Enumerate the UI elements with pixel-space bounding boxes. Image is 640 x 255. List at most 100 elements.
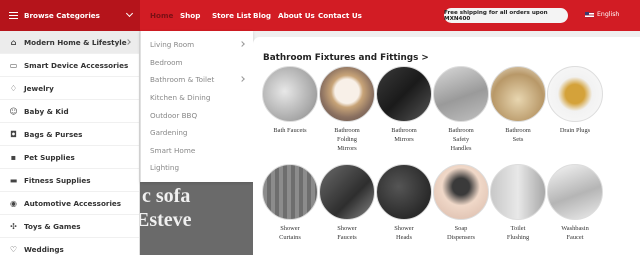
sidebar-item-weddings[interactable]: ♡ Weddings [0, 238, 139, 255]
product-image [433, 164, 489, 220]
product-shower-curtains[interactable]: Shower Curtains [261, 164, 319, 242]
nav-shop[interactable]: Shop [180, 11, 200, 20]
product-washbasin-faucet[interactable]: Washbasin Faucet [546, 164, 604, 242]
product-bath-faucets[interactable]: Bath Faucets [261, 66, 319, 135]
mega-menu-panel: Bathroom Fixtures and Fittings > Bath Fa… [253, 37, 640, 255]
product-label: Bath Faucets [273, 127, 307, 134]
product-label: Toilet Flushing [506, 225, 530, 241]
sidebar-item-label: Automotive Accessories [24, 198, 122, 208]
product-label: Bathroom Folding Mirrors [334, 127, 360, 152]
hero-banner-image: c sofa Esteve [140, 182, 253, 255]
home-icon: ⌂ [10, 37, 17, 47]
submenu-item-label: Kitchen & Dining [150, 93, 211, 102]
submenu-item-label: Gardening [150, 128, 188, 137]
sidebar-item-label: Weddings [24, 244, 64, 254]
jewelry-icon: ♢ [9, 83, 18, 93]
product-image [262, 66, 318, 122]
browse-categories-label: Browse Categories [24, 11, 100, 20]
submenu-item-label: Lighting [150, 163, 180, 172]
sidebar-item-label: Toys & Games [24, 221, 81, 231]
submenu-item-kitchen-dining[interactable]: Kitchen & Dining [150, 93, 210, 102]
submenu-item-label: Outdoor BBQ [150, 111, 198, 120]
product-shower-faucets[interactable]: Shower Faucets [318, 164, 376, 242]
product-label: Shower Faucets [337, 225, 357, 241]
submenu-item-outdoor-bbq[interactable]: Outdoor BBQ [150, 111, 197, 120]
sidebar-item-label: Modern Home & Lifestyle [24, 37, 127, 47]
browse-categories-button[interactable]: Browse Categories [0, 0, 140, 31]
us-flag-icon [585, 11, 594, 18]
product-shower-heads[interactable]: Shower Heads [375, 164, 433, 242]
submenu-item-smart-home[interactable]: Smart Home [150, 146, 195, 155]
baby-icon: ☺ [9, 106, 18, 116]
sidebar-item-fitness[interactable]: ▬ Fitness Supplies [0, 169, 139, 192]
product-label: Soap Dispensers [446, 225, 476, 241]
product-image [547, 66, 603, 122]
product-bathroom-sets[interactable]: Bathroom Sets [489, 66, 547, 144]
nav-blog[interactable]: Blog [253, 11, 271, 20]
product-bathroom-mirrors[interactable]: Bathroom Mirrors [375, 66, 433, 144]
fitness-icon: ▬ [9, 175, 18, 185]
nav-contact-us[interactable]: Contact Us [318, 11, 362, 20]
chevron-right-icon [239, 41, 245, 47]
product-drain-plugs[interactable]: Drain Plugs [546, 66, 604, 135]
submenu-item-gardening[interactable]: Gardening [150, 128, 187, 137]
product-label: Washbasin Faucet [561, 225, 589, 241]
hero-text-line2: Esteve [140, 209, 192, 231]
sidebar-item-bags[interactable]: ◘ Bags & Purses [0, 123, 139, 146]
sidebar-item-label: Bags & Purses [24, 129, 83, 139]
language-selector[interactable]: English [585, 11, 619, 18]
product-image [376, 66, 432, 122]
chevron-right-icon [239, 76, 245, 82]
toy-icon: ✣ [10, 221, 17, 231]
product-toilet-flushing[interactable]: Toilet Flushing [489, 164, 547, 242]
pet-icon: ▪ [10, 152, 17, 162]
category-sidebar: ⌂ Modern Home & Lifestyle ▭ Smart Device A… [0, 31, 140, 255]
product-label: Bathroom Sets [505, 127, 531, 143]
submenu-item-bedroom[interactable]: Bedroom [150, 58, 183, 67]
wedding-icon: ♡ [9, 244, 18, 254]
submenu-item-label: Living Room [150, 40, 195, 49]
product-label: Bathroom Mirrors [391, 127, 417, 143]
product-label: Shower Heads [394, 225, 414, 241]
product-image [490, 164, 546, 220]
sidebar-item-label: Pet Supplies [24, 152, 75, 162]
category-submenu: Living Room Bedroom Bathroom & Toilet Ki… [140, 31, 253, 182]
product-image [262, 164, 318, 220]
product-image [433, 66, 489, 122]
sidebar-item-modern-home[interactable]: ⌂ Modern Home & Lifestyle [0, 31, 139, 54]
chevron-down-icon [125, 9, 134, 18]
sidebar-item-label: Smart Device Accessories [24, 60, 129, 70]
product-label: Bathroom Safety Handles [448, 127, 474, 152]
bag-icon: ◘ [10, 129, 17, 139]
nav-home[interactable]: Home [150, 11, 173, 20]
product-bathroom-folding-mirrors[interactable]: Bathroom Folding Mirrors [318, 66, 376, 153]
product-image [319, 66, 375, 122]
submenu-item-label: Bedroom [150, 58, 183, 67]
menu-icon [9, 12, 18, 19]
submenu-item-living-room[interactable]: Living Room [150, 40, 245, 49]
language-label: English [597, 11, 620, 18]
submenu-item-label: Bathroom & Toilet [150, 75, 215, 84]
panel-title-link[interactable]: Bathroom Fixtures and Fittings > [263, 53, 429, 63]
product-image [547, 164, 603, 220]
nav-store-list[interactable]: Store List [212, 11, 251, 20]
product-soap-dispensers[interactable]: Soap Dispensers [432, 164, 490, 242]
sidebar-item-baby-kid[interactable]: ☺ Baby & Kid [0, 100, 139, 123]
product-label: Shower Curtains [279, 225, 301, 241]
sidebar-item-pet[interactable]: ▪ Pet Supplies [0, 146, 139, 169]
sidebar-item-label: Baby & Kid [24, 106, 69, 116]
sidebar-item-automotive[interactable]: ◉ Automotive Accessories [0, 192, 139, 215]
sidebar-item-smart-device[interactable]: ▭ Smart Device Accessories [0, 54, 139, 77]
car-icon: ◉ [10, 198, 17, 208]
product-image [490, 66, 546, 122]
submenu-item-lighting[interactable]: Lighting [150, 163, 179, 172]
sidebar-item-label: Jewelry [24, 83, 54, 93]
nav-about-us[interactable]: About Us [278, 11, 315, 20]
sidebar-item-label: Fitness Supplies [24, 175, 91, 185]
product-bathroom-safety-handles[interactable]: Bathroom Safety Handles [432, 66, 490, 153]
submenu-item-label: Smart Home [150, 146, 196, 155]
submenu-item-bathroom-toilet[interactable]: Bathroom & Toilet [150, 75, 245, 84]
sidebar-item-toys[interactable]: ✣ Toys & Games [0, 215, 139, 238]
sidebar-item-jewelry[interactable]: ♢ Jewelry [0, 77, 139, 100]
device-icon: ▭ [9, 60, 18, 70]
